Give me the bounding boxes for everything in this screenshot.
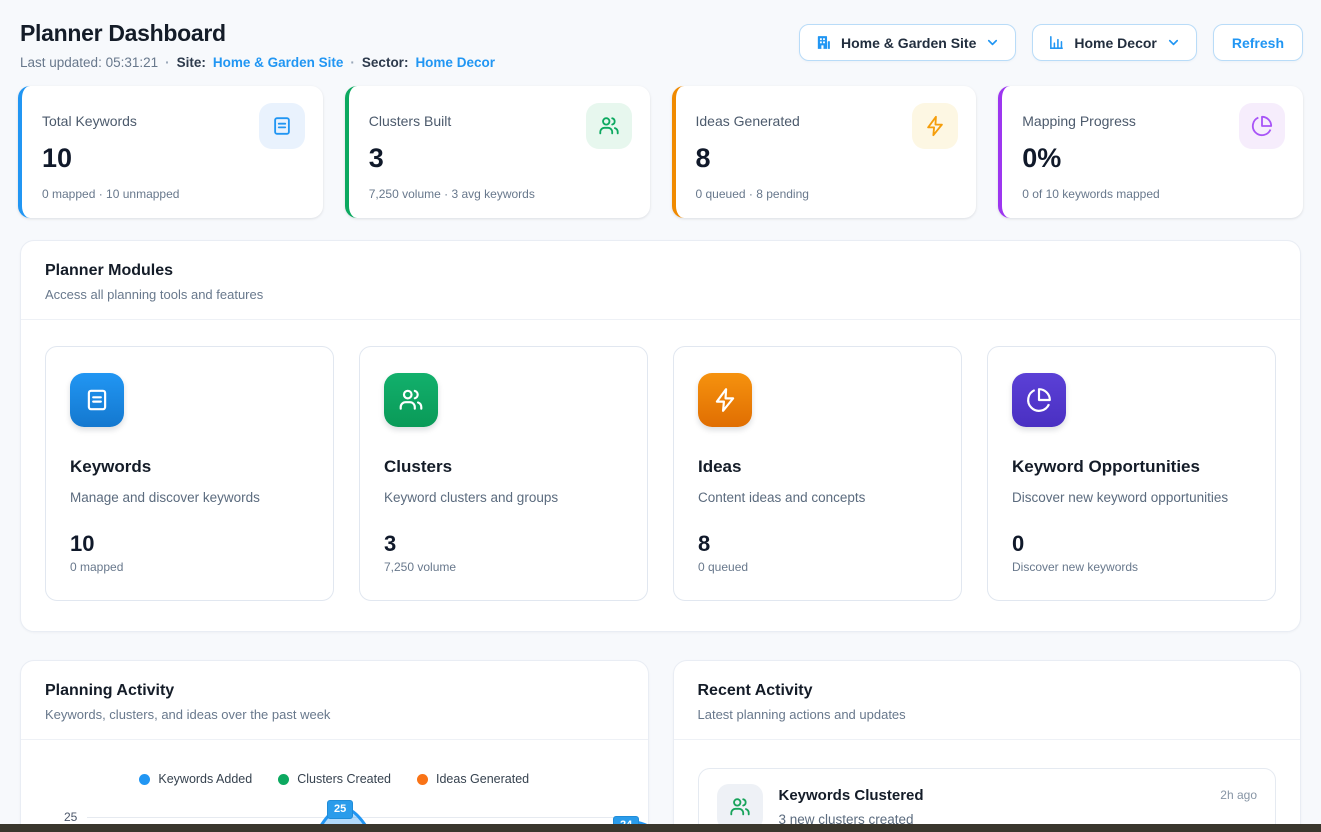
- stat-label: Ideas Generated: [696, 103, 800, 129]
- planner-modules-header: Planner Modules Access all planning tool…: [21, 241, 1300, 320]
- separator-dot: ·: [165, 55, 170, 70]
- activity-chart: Keywords Added Clusters Created Ideas Ge…: [21, 740, 648, 832]
- sector-dropdown[interactable]: Home Decor: [1032, 24, 1196, 61]
- pie-chart-icon: [1012, 373, 1066, 427]
- sector-label: Sector:: [362, 55, 409, 70]
- stat-label: Total Keywords: [42, 103, 137, 129]
- recent-activity-list: Keywords Clustered 2h ago 3 new clusters…: [674, 740, 1301, 832]
- site-label: Site:: [177, 55, 206, 70]
- last-updated-text: Last updated: 05:31:21: [20, 55, 158, 70]
- bottom-window-edge: [0, 824, 1321, 832]
- stat-card-ideas-generated: Ideas Generated 8 0 queued · 8 pending: [672, 86, 977, 218]
- data-point-label: 25: [327, 800, 353, 819]
- bottom-row: Planning Activity Keywords, clusters, an…: [0, 660, 1321, 832]
- legend-dot-blue: [139, 774, 150, 785]
- stats-row: Total Keywords 10 0 mapped · 10 unmapped…: [0, 86, 1321, 218]
- planning-activity-title: Planning Activity: [45, 682, 624, 700]
- stat-label: Clusters Built: [369, 103, 451, 129]
- legend-label: Keywords Added: [158, 772, 252, 786]
- stat-label: Mapping Progress: [1022, 103, 1136, 129]
- bolt-icon: [698, 373, 752, 427]
- bar-chart-icon: [1048, 34, 1065, 51]
- chevron-down-icon: [1166, 35, 1181, 50]
- page-title: Planner Dashboard: [20, 20, 495, 47]
- stat-card-total-keywords: Total Keywords 10 0 mapped · 10 unmapped: [18, 86, 323, 218]
- activity-item-timestamp: 2h ago: [1220, 784, 1257, 802]
- stat-sub: 0 of 10 keywords mapped: [1022, 187, 1285, 201]
- planning-activity-subtitle: Keywords, clusters, and ideas over the p…: [45, 707, 624, 722]
- legend-item-clusters-created[interactable]: Clusters Created: [278, 772, 391, 786]
- legend-label: Ideas Generated: [436, 772, 529, 786]
- legend-item-keywords-added[interactable]: Keywords Added: [139, 772, 252, 786]
- legend-label: Clusters Created: [297, 772, 391, 786]
- module-description: Keyword clusters and groups: [384, 490, 623, 505]
- module-card-ideas[interactable]: Ideas Content ideas and concepts 8 0 que…: [673, 346, 962, 601]
- module-title: Clusters: [384, 457, 623, 477]
- module-card-keyword-opportunities[interactable]: Keyword Opportunities Discover new keywo…: [987, 346, 1276, 601]
- document-icon: [70, 373, 124, 427]
- module-stat-sub: 0 mapped: [70, 560, 309, 574]
- module-stat: 8: [698, 531, 937, 557]
- refresh-button-label: Refresh: [1232, 35, 1284, 51]
- users-icon: [384, 373, 438, 427]
- page-header: Planner Dashboard Last updated: 05:31:21…: [0, 0, 1321, 86]
- stat-value: 3: [369, 143, 632, 174]
- header-left: Planner Dashboard Last updated: 05:31:21…: [20, 20, 495, 70]
- module-stat: 0: [1012, 531, 1251, 557]
- module-card-keywords[interactable]: Keywords Manage and discover keywords 10…: [45, 346, 334, 601]
- module-description: Content ideas and concepts: [698, 490, 937, 505]
- pie-chart-icon: [1239, 103, 1285, 149]
- activity-item-keywords-clustered[interactable]: Keywords Clustered 2h ago 3 new clusters…: [698, 768, 1277, 832]
- page-subtitle: Last updated: 05:31:21 · Site: Home & Ga…: [20, 55, 495, 70]
- header-controls: Home & Garden Site Home Decor Refresh: [799, 24, 1303, 61]
- recent-activity-header: Recent Activity Latest planning actions …: [674, 661, 1301, 740]
- module-stat-sub: 7,250 volume: [384, 560, 623, 574]
- users-icon: [586, 103, 632, 149]
- module-stat: 10: [70, 531, 309, 557]
- module-stat: 3: [384, 531, 623, 557]
- legend-dot-orange: [417, 774, 428, 785]
- module-title: Keyword Opportunities: [1012, 457, 1251, 477]
- module-card-clusters[interactable]: Clusters Keyword clusters and groups 3 7…: [359, 346, 648, 601]
- planner-modules-title: Planner Modules: [45, 262, 1276, 280]
- chevron-down-icon: [985, 35, 1000, 50]
- module-title: Keywords: [70, 457, 309, 477]
- module-description: Manage and discover keywords: [70, 490, 309, 505]
- modules-grid: Keywords Manage and discover keywords 10…: [21, 320, 1300, 631]
- bolt-icon: [912, 103, 958, 149]
- building-icon: [815, 34, 832, 51]
- recent-activity-panel: Recent Activity Latest planning actions …: [673, 660, 1302, 832]
- module-stat-sub: Discover new keywords: [1012, 560, 1251, 574]
- activity-item-title: Keywords Clustered: [779, 784, 924, 804]
- site-dropdown-label: Home & Garden Site: [841, 35, 976, 51]
- legend-item-ideas-generated[interactable]: Ideas Generated: [417, 772, 529, 786]
- site-link[interactable]: Home & Garden Site: [213, 55, 344, 70]
- stat-sub: 0 mapped · 10 unmapped: [42, 187, 305, 201]
- sector-dropdown-label: Home Decor: [1074, 35, 1156, 51]
- sector-link[interactable]: Home Decor: [415, 55, 495, 70]
- stat-sub: 0 queued · 8 pending: [696, 187, 959, 201]
- planner-modules-panel: Planner Modules Access all planning tool…: [20, 240, 1301, 632]
- refresh-button[interactable]: Refresh: [1213, 24, 1303, 61]
- site-dropdown[interactable]: Home & Garden Site: [799, 24, 1016, 61]
- module-description: Discover new keyword opportunities: [1012, 490, 1251, 505]
- planning-activity-header: Planning Activity Keywords, clusters, an…: [21, 661, 648, 740]
- document-icon: [259, 103, 305, 149]
- module-stat-sub: 0 queued: [698, 560, 937, 574]
- separator-dot: ·: [350, 55, 355, 70]
- planner-modules-subtitle: Access all planning tools and features: [45, 287, 1276, 302]
- stat-card-mapping-progress: Mapping Progress 0% 0 of 10 keywords map…: [998, 86, 1303, 218]
- stat-card-clusters-built: Clusters Built 3 7,250 volume · 3 avg ke…: [345, 86, 650, 218]
- planning-activity-panel: Planning Activity Keywords, clusters, an…: [20, 660, 649, 832]
- chart-legend: Keywords Added Clusters Created Ideas Ge…: [21, 772, 648, 786]
- activity-item-content: Keywords Clustered 2h ago 3 new clusters…: [779, 784, 1258, 827]
- legend-dot-green: [278, 774, 289, 785]
- recent-activity-subtitle: Latest planning actions and updates: [698, 707, 1277, 722]
- stat-sub: 7,250 volume · 3 avg keywords: [369, 187, 632, 201]
- recent-activity-title: Recent Activity: [698, 682, 1277, 700]
- module-title: Ideas: [698, 457, 937, 477]
